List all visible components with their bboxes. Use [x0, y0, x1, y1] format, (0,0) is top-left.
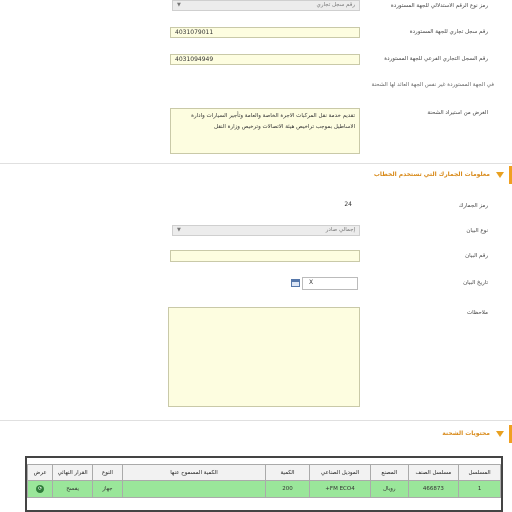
cell-item-serial: 466873 [407, 480, 460, 498]
importer-note: في الجهة المستوردة غير نفس الجهة العائد … [371, 82, 494, 88]
statement-date-field[interactable]: X [302, 277, 358, 290]
shipment-table-frame: المسلسل مسلسل الصنف المصنع الموديل الصنا… [25, 456, 503, 512]
section-divider [0, 420, 512, 421]
col-final-decision: القرار النهائي [52, 464, 93, 481]
statement-number-label: رقم البيان [465, 253, 488, 259]
table-row[interactable]: 1 466873 رويال FM ECO4+ 200 جهاز يفسح ⟳ [27, 480, 501, 498]
statement-number-field[interactable] [170, 250, 360, 262]
col-allowed-quantity: الكمية المسموح عنها [121, 464, 267, 481]
cr-number-label: رقم سجل تجاري للجهة المستوردة [409, 29, 488, 35]
chevron-down-icon: ▼ [177, 227, 181, 233]
reg-type-label: رمز نوع الرقم الاستدلالي للجهة المستوردة [390, 3, 488, 9]
cell-final-decision: يفسح [52, 480, 93, 498]
cell-view[interactable]: ⟳ [27, 480, 54, 498]
statement-type-select[interactable]: ▼ إجمالي صادر [172, 225, 360, 236]
cell-allowed-quantity [121, 480, 267, 498]
collapse-arrow-icon[interactable] [496, 172, 504, 178]
section-divider [0, 163, 512, 164]
cell-model: FM ECO4+ [308, 480, 372, 498]
calendar-icon[interactable] [291, 279, 300, 287]
collapse-arrow-icon[interactable] [496, 431, 504, 437]
cell-type: جهاز [92, 480, 123, 498]
sub-cr-number-label: رقم السجل التجاري الفرعي للجهة المستوردة [384, 56, 488, 62]
col-model: الموديل الصناعي [308, 464, 372, 481]
col-type: النوع [92, 464, 123, 481]
statement-type-label: نوع البيان [466, 228, 488, 234]
customs-code-value: 24 [344, 201, 352, 208]
chevron-down-icon: ▼ [177, 2, 181, 8]
col-serial: المسلسل [458, 464, 501, 481]
cell-quantity: 200 [265, 480, 310, 498]
cr-number-field[interactable]: 4031079011 [170, 27, 360, 38]
col-quantity: الكمية [265, 464, 310, 481]
customs-code-label: رمز الجمارك [458, 203, 488, 209]
reg-type-select[interactable]: ▼ رقم سجل تجاري [172, 0, 360, 11]
shipment-section-title[interactable]: محتويات الشحنة [442, 430, 490, 437]
col-view: عرض [27, 464, 54, 481]
cell-serial: 1 [458, 480, 501, 498]
customs-section-title[interactable]: معلومات الجمارك التي تستخدم الخطاب [374, 171, 490, 178]
sub-cr-number-field[interactable]: 4031094949 [170, 54, 360, 65]
notes-label: ملاحظات [467, 310, 488, 316]
statement-date-label: تاريخ البيان [463, 280, 488, 286]
cell-manufacturer: رويال [370, 480, 409, 498]
col-manufacturer: المصنع [370, 464, 409, 481]
reg-type-value: رقم سجل تجاري [316, 2, 355, 8]
view-icon[interactable]: ⟳ [36, 485, 45, 493]
col-item-serial: مسلسل الصنف [407, 464, 460, 481]
purpose-textarea[interactable]: تقديم خدمة نقل المركبات الاجرة الخاصة وا… [170, 108, 360, 154]
notes-textarea[interactable] [168, 307, 360, 407]
statement-type-value: إجمالي صادر [325, 227, 355, 233]
purpose-label: الغرض من استيراد الشحنة [427, 110, 488, 116]
shipment-table: المسلسل مسلسل الصنف المصنع الموديل الصنا… [27, 464, 501, 498]
